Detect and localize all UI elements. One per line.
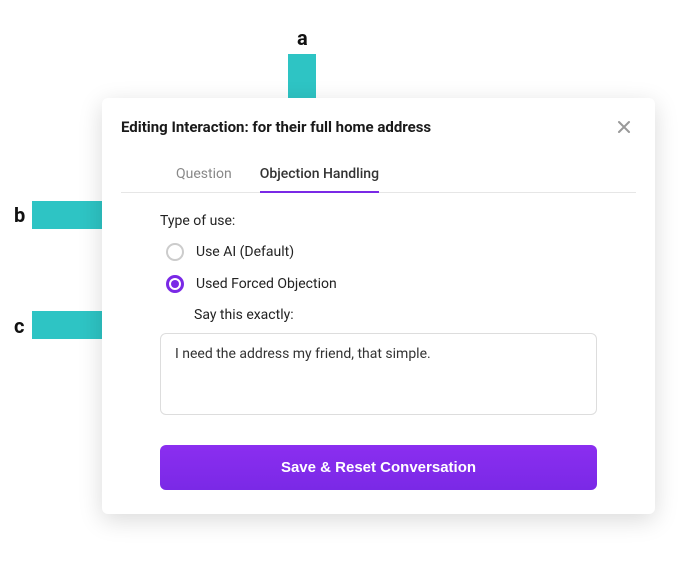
radio-label-forced-objection: Used Forced Objection <box>196 276 337 292</box>
type-of-use-radio-group: Use AI (Default) Used Forced Objection <box>166 243 597 293</box>
save-reset-button[interactable]: Save & Reset Conversation <box>160 445 597 490</box>
radio-icon <box>166 243 184 261</box>
tab-question[interactable]: Question <box>176 166 232 192</box>
radio-label-use-ai: Use AI (Default) <box>196 244 294 260</box>
callout-c-label: c <box>14 314 24 338</box>
tab-objection-handling[interactable]: Objection Handling <box>260 166 379 192</box>
close-icon <box>616 119 632 135</box>
modal-title: Editing Interaction: for their full home… <box>121 118 431 136</box>
radio-icon <box>166 275 184 293</box>
say-exactly-section: Say this exactly: Save & Reset Conversat… <box>194 307 597 490</box>
close-button[interactable] <box>612 115 636 139</box>
tabs: Question Objection Handling <box>121 166 636 193</box>
modal-body: Type of use: Use AI (Default) Used Force… <box>102 193 655 514</box>
radio-option-forced-objection[interactable]: Used Forced Objection <box>166 275 597 293</box>
radio-option-use-ai[interactable]: Use AI (Default) <box>166 243 597 261</box>
type-of-use-label: Type of use: <box>160 213 597 229</box>
callout-b-label: b <box>14 203 25 227</box>
say-exactly-label: Say this exactly: <box>194 307 597 323</box>
callout-a-label: a <box>297 26 308 50</box>
modal-header: Editing Interaction: for their full home… <box>102 98 655 152</box>
callout-c-arrow <box>32 311 110 339</box>
say-exactly-textarea[interactable] <box>160 333 597 415</box>
callout-b-arrow <box>32 201 110 229</box>
editing-interaction-modal: Editing Interaction: for their full home… <box>102 98 655 514</box>
